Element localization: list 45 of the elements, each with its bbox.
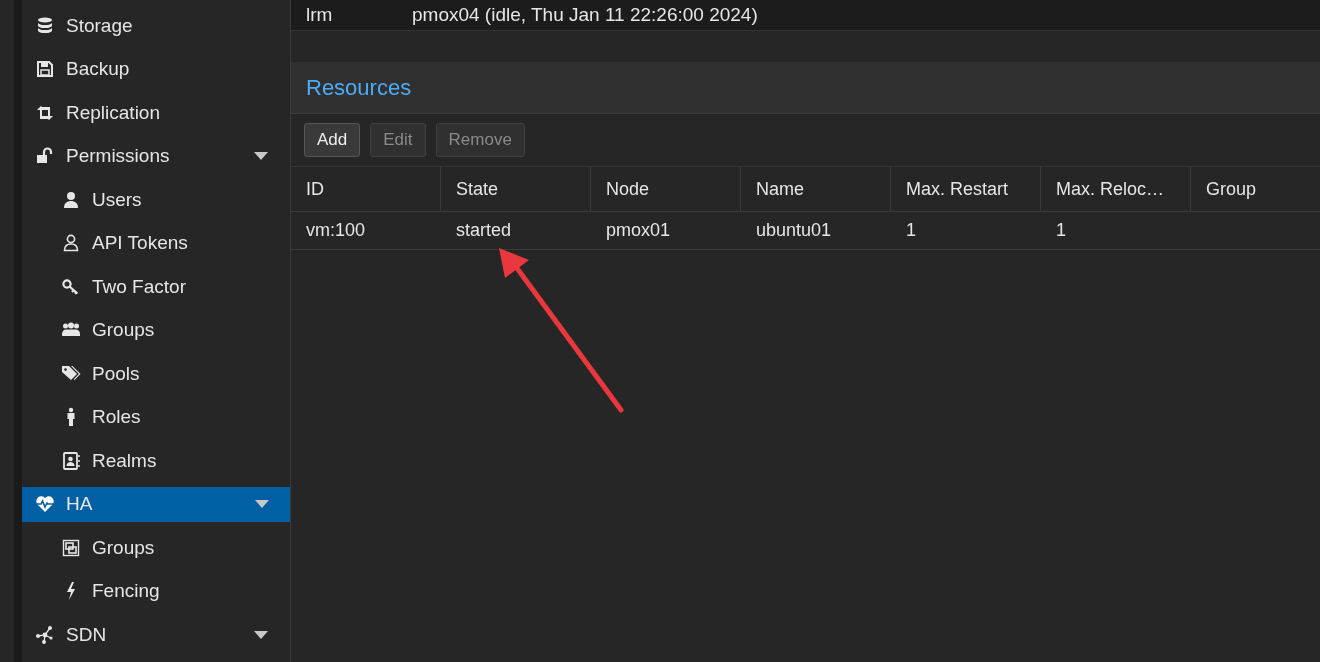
nav-item[interactable]: Roles [22,395,289,439]
column-header[interactable]: Max. Restart [891,167,1041,211]
heartbeat-icon [35,494,55,514]
toolbar-button[interactable]: Add [304,123,361,157]
nav-item[interactable]: Fencing [22,569,289,613]
nav-item[interactable]: SDN [22,613,289,657]
caret-icon[interactable] [253,151,269,162]
status-key: lrm [291,4,412,26]
table-cell-text: ubuntu01 [755,219,833,242]
nav-item[interactable]: Users [22,178,289,222]
nav-item[interactable]: Realms [22,439,289,483]
object-group-icon [61,537,81,558]
column-header[interactable]: Max. Reloc… [1041,167,1191,211]
database-icon [35,15,55,36]
status-value: pmox04 (idle, Thu Jan 11 22:26:00 2024) [412,4,758,26]
nav-item[interactable]: Groups [22,308,289,352]
table-row[interactable]: vm:100 started pmox01 ubuntu01 1 1 [291,212,1320,250]
column-header[interactable]: Node [591,167,741,211]
user-icon [61,189,81,210]
panel-title: Resources [306,74,412,101]
column-header[interactable]: State [441,167,591,211]
table-cell-text: started [455,219,513,242]
nav-item[interactable]: Replication [22,91,289,135]
table-cell-text: 1 [1055,219,1067,242]
nav-item[interactable]: Backup [22,47,289,91]
nav-item[interactable]: Storage [22,4,289,48]
user-outline-icon [61,233,81,254]
column-header[interactable]: Name [741,167,891,211]
nav-item[interactable]: Pools [22,352,289,396]
nav-item[interactable]: Groups [22,526,289,570]
key-icon [61,276,81,297]
address-book-icon [61,450,81,471]
column-header[interactable]: ID [291,167,441,211]
table-cell-text: 1 [905,219,917,242]
caret-icon[interactable] [254,499,270,509]
network-icon [35,624,55,645]
nav-item[interactable]: Two Factor [22,265,289,309]
nav-item[interactable]: HA [22,486,290,522]
column-header[interactable]: Group [1191,167,1320,211]
nav-item[interactable]: Permissions [22,134,289,178]
nav-item[interactable]: API Tokens [22,221,289,265]
table-cell-text: vm:100 [305,219,367,242]
floppy-icon [35,59,55,80]
table-cell-text: pmox01 [605,219,672,242]
caret-icon[interactable] [253,629,269,640]
